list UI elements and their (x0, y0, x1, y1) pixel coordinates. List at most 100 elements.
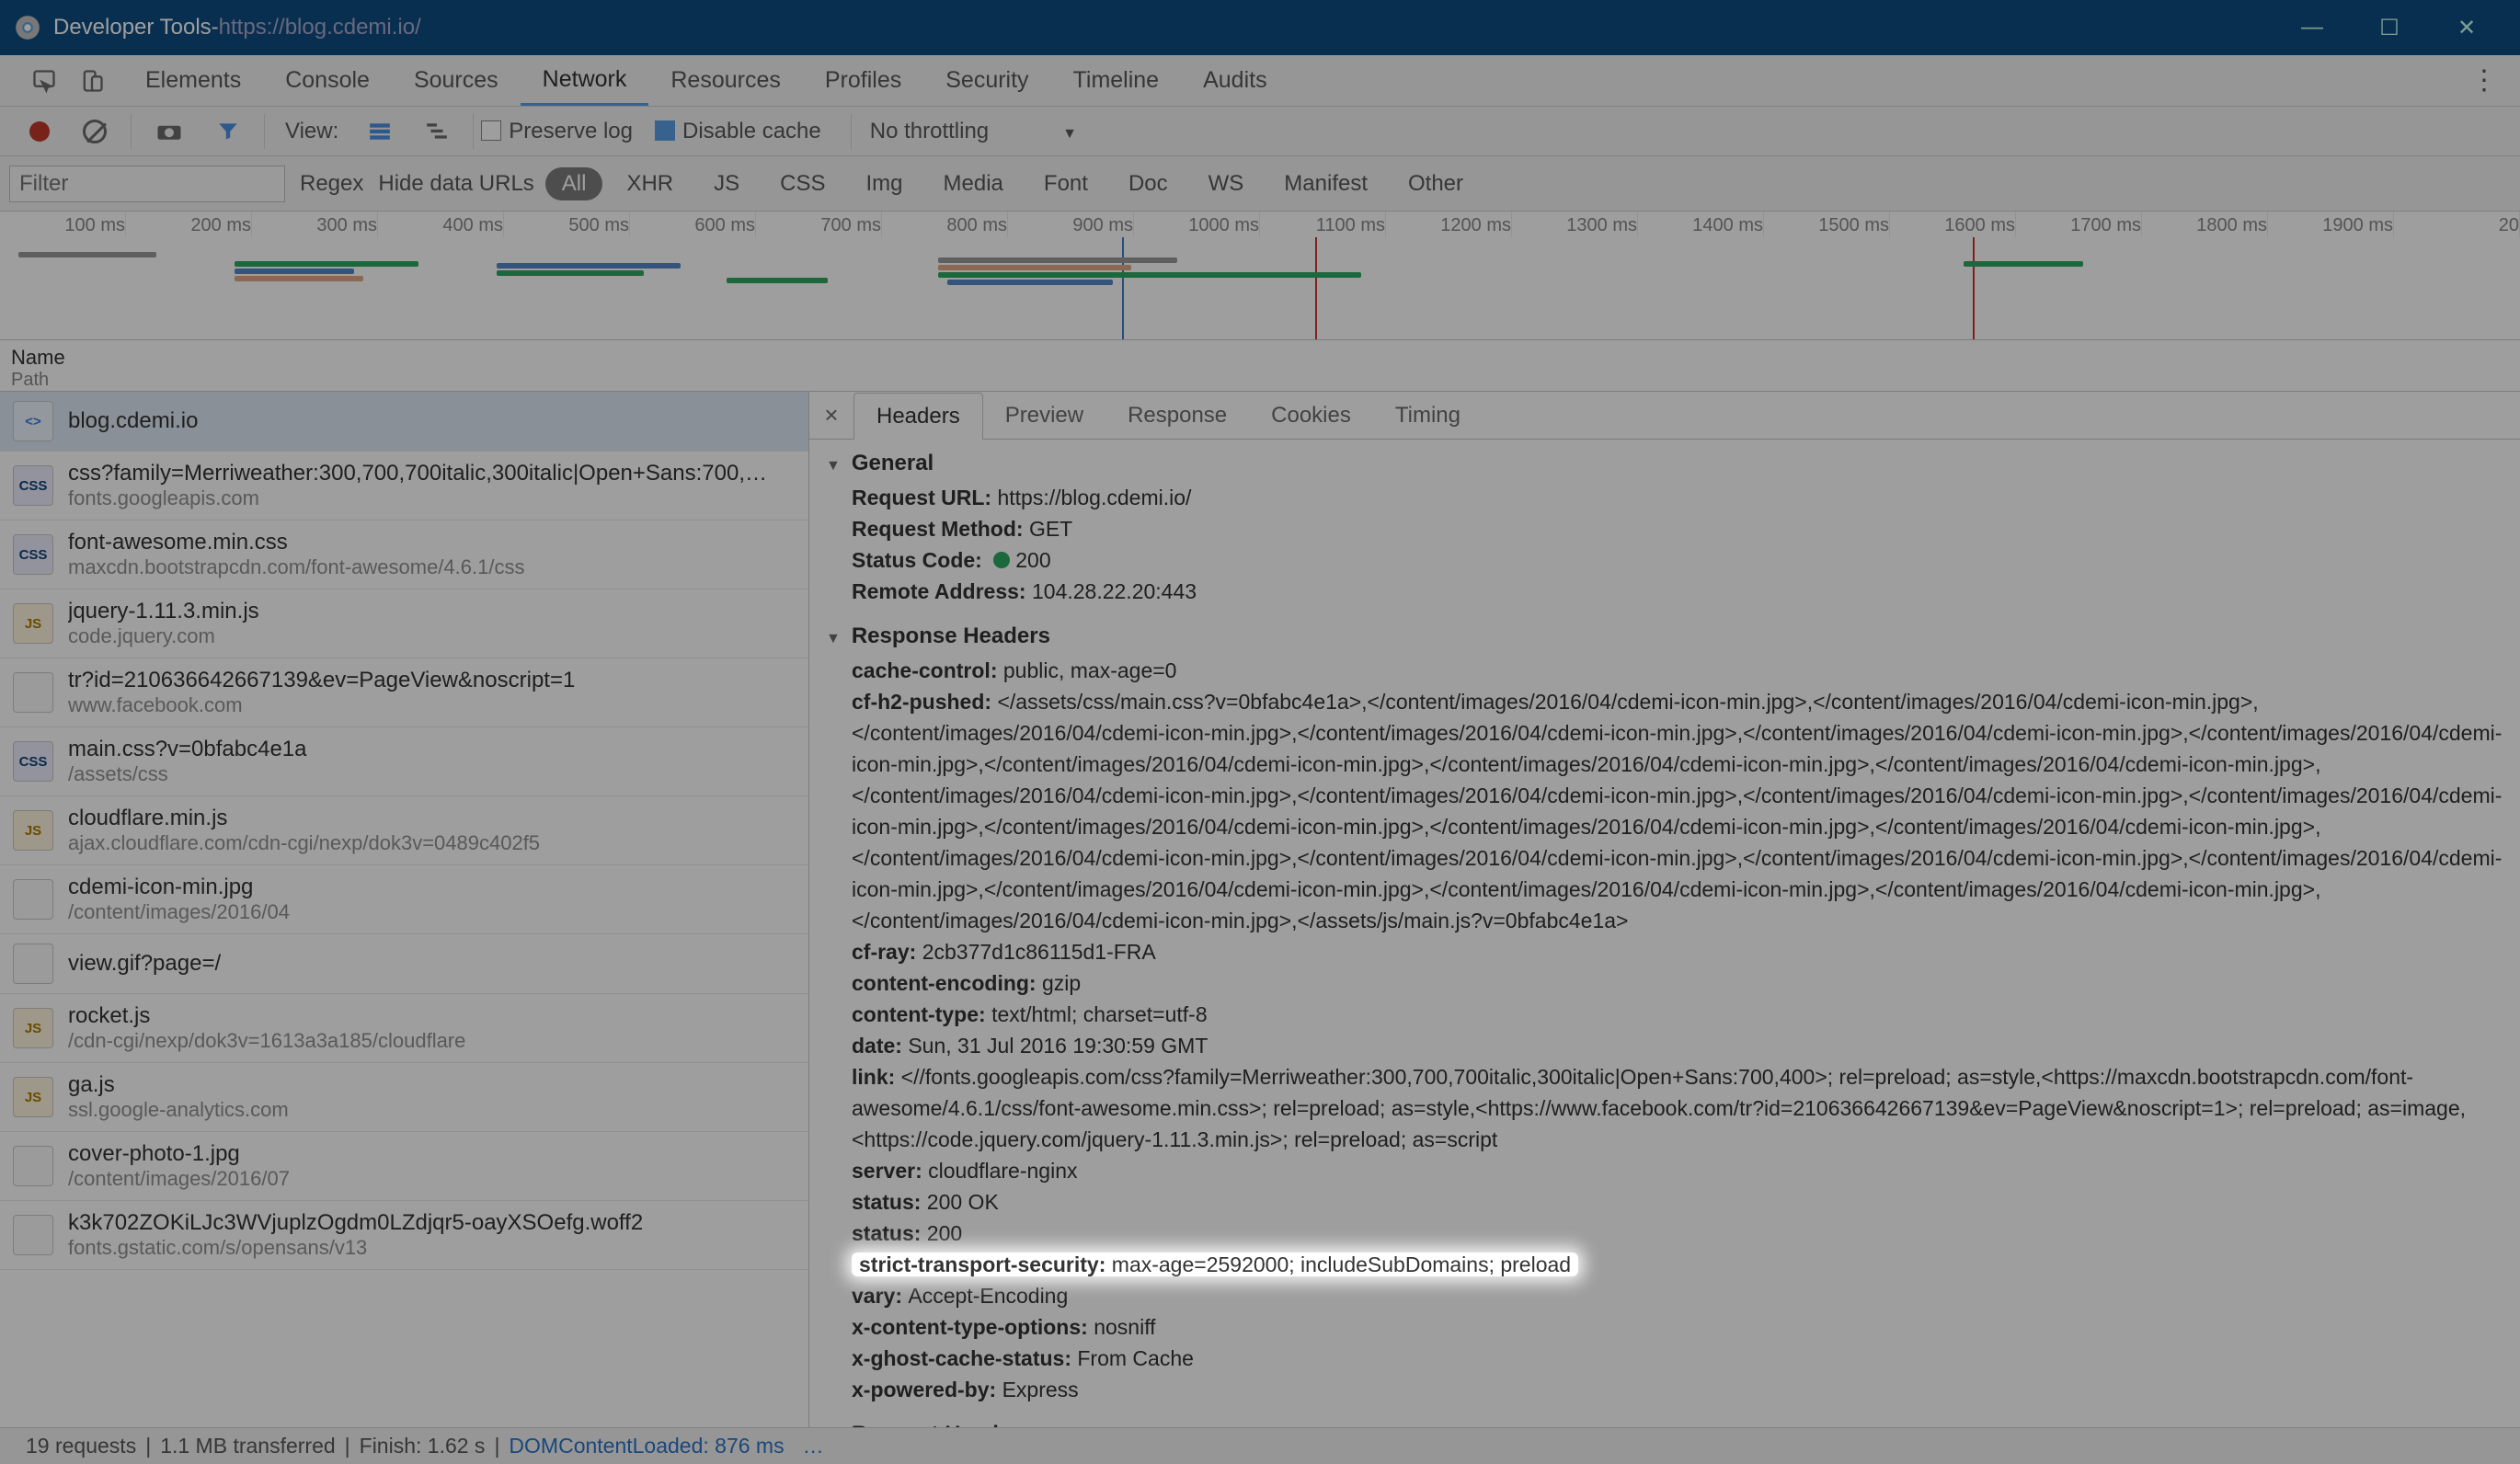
inspect-element-icon[interactable] (31, 68, 57, 94)
tab-console[interactable]: Console (263, 55, 392, 106)
header-key: Remote Address: (852, 579, 1032, 603)
filter-type-doc[interactable]: Doc (1112, 167, 1185, 200)
header-key: content-encoding: (852, 971, 1042, 995)
tab-profiles[interactable]: Profiles (803, 55, 923, 106)
filter-type-img[interactable]: Img (850, 167, 920, 200)
details-tab-cookies[interactable]: Cookies (1249, 392, 1373, 439)
filter-type-media[interactable]: Media (927, 167, 1020, 200)
request-list[interactable]: <>blog.cdemi.ioCSScss?family=Merriweathe… (0, 392, 809, 1427)
timeline-overview[interactable]: 100 ms200 ms300 ms400 ms500 ms600 ms700 … (0, 212, 2520, 340)
request-row[interactable]: k3k702ZOKiLJc3WVjuplzOgdm0LZdjqr5-oayXSO… (0, 1201, 808, 1270)
header-row: cf-h2-pushed: </assets/css/main.css?v=0b… (852, 686, 2520, 936)
disable-cache-checkbox[interactable]: Disable cache (655, 119, 821, 144)
request-path: www.facebook.com (68, 693, 575, 717)
request-name: css?family=Merriweather:300,700,700itali… (68, 461, 767, 486)
chrome-icon (15, 15, 40, 40)
minimize-button[interactable]: — (2274, 15, 2351, 40)
request-row[interactable]: <>blog.cdemi.io (0, 392, 808, 452)
header-value: public, max-age=0 (1003, 658, 1177, 682)
name-col-header[interactable]: Name (11, 346, 2509, 370)
request-row[interactable]: CSScss?family=Merriweather:300,700,700it… (0, 452, 808, 520)
request-row[interactable]: JSga.jsssl.google-analytics.com (0, 1063, 808, 1132)
hide-data-urls-checkbox[interactable]: Hide data URLs (378, 171, 533, 197)
tab-elements[interactable]: Elements (123, 55, 263, 106)
request-row[interactable]: CSSfont-awesome.min.cssmaxcdn.bootstrapc… (0, 520, 808, 589)
clear-icon[interactable] (83, 120, 107, 143)
header-value: 200 OK (927, 1190, 999, 1214)
timeline-tick: 1100 ms (1260, 212, 1386, 237)
request-path: /cdn-cgi/nexp/dok3v=1613a3a185/cloudflar… (68, 1029, 465, 1053)
header-key: cf-ray: (852, 940, 922, 964)
request-details: × HeadersPreviewResponseCookiesTiming Ge… (809, 392, 2520, 1427)
filter-type-ws[interactable]: WS (1192, 167, 1261, 200)
filter-type-css[interactable]: CSS (763, 167, 842, 200)
header-key: strict-transport-security: (859, 1252, 1112, 1276)
header-value: GET (1029, 517, 1072, 541)
general-section-header[interactable]: General (809, 445, 2520, 482)
request-row[interactable]: tr?id=210636642667139&ev=PageView&noscri… (0, 658, 808, 727)
header-row: cache-control: public, max-age=0 (852, 655, 2520, 686)
request-name: tr?id=210636642667139&ev=PageView&noscri… (68, 668, 575, 693)
filter-type-all[interactable]: All (545, 167, 603, 200)
header-key: cf-h2-pushed: (852, 690, 997, 714)
header-key: x-content-type-options: (852, 1315, 1094, 1339)
header-key: Status Code: (852, 548, 988, 572)
header-key: date: (852, 1034, 908, 1058)
request-name: cdemi-icon-min.jpg (68, 875, 290, 900)
request-name: k3k702ZOKiLJc3WVjuplzOgdm0LZdjqr5-oayXSO… (68, 1210, 643, 1236)
details-tab-response[interactable]: Response (1105, 392, 1249, 439)
request-row[interactable]: JSjquery-1.11.3.min.jscode.jquery.com (0, 589, 808, 658)
maximize-button[interactable]: ☐ (2351, 15, 2428, 41)
record-icon[interactable] (29, 121, 50, 142)
filter-type-other[interactable]: Other (1392, 167, 1480, 200)
details-tab-preview[interactable]: Preview (983, 392, 1105, 439)
request-row[interactable]: CSSmain.css?v=0bfabc4e1a/assets/css (0, 727, 808, 796)
devtools-tabs: ElementsConsoleSourcesNetworkResourcesPr… (0, 55, 2520, 107)
tab-sources[interactable]: Sources (392, 55, 521, 106)
header-key: x-powered-by: (852, 1378, 1002, 1401)
request-name: jquery-1.11.3.min.js (68, 599, 259, 624)
header-row: x-ghost-cache-status: From Cache (852, 1343, 2520, 1374)
details-tab-headers[interactable]: Headers (853, 393, 983, 440)
tab-security[interactable]: Security (923, 55, 1050, 106)
path-col-header: Path (11, 370, 2509, 391)
timeline-tick: 100 ms (0, 212, 126, 237)
filter-type-manifest[interactable]: Manifest (1267, 167, 1384, 200)
request-path: ajax.cloudflare.com/cdn-cgi/nexp/dok3v=0… (68, 831, 540, 855)
request-path: /content/images/2016/07 (68, 1167, 290, 1191)
window-titlebar: Developer Tools - https://blog.cdemi.io/… (0, 0, 2520, 55)
regex-checkbox[interactable]: Regex (300, 171, 363, 197)
more-icon[interactable]: ⋮ (2448, 55, 2520, 106)
filter-type-js[interactable]: JS (697, 167, 756, 200)
request-row[interactable]: view.gif?page=/ (0, 934, 808, 994)
header-value: Express (1002, 1378, 1079, 1401)
request-row[interactable]: cover-photo-1.jpg/content/images/2016/07 (0, 1132, 808, 1201)
request-row[interactable]: cdemi-icon-min.jpg/content/images/2016/0… (0, 865, 808, 934)
filter-input[interactable] (9, 166, 285, 202)
filter-icon[interactable] (216, 120, 240, 143)
close-button[interactable]: ✕ (2428, 15, 2505, 41)
device-toggle-icon[interactable] (79, 68, 105, 94)
throttling-select[interactable]: No throttling▼ (870, 119, 1077, 144)
request-headers-section-header[interactable]: Request Headers (809, 1416, 2520, 1427)
capture-screenshot-icon[interactable] (155, 120, 183, 143)
large-rows-icon[interactable] (368, 121, 392, 142)
filter-type-xhr[interactable]: XHR (610, 167, 690, 200)
header-value: max-age=2592000; includeSubDomains; prel… (1112, 1252, 1571, 1276)
details-tab-timing[interactable]: Timing (1373, 392, 1483, 439)
close-details-icon[interactable]: × (809, 392, 853, 439)
request-row[interactable]: JSrocket.js/cdn-cgi/nexp/dok3v=1613a3a18… (0, 994, 808, 1063)
response-headers-section-header[interactable]: Response Headers (809, 618, 2520, 655)
filter-type-font[interactable]: Font (1027, 167, 1105, 200)
header-row: strict-transport-security: max-age=25920… (852, 1249, 2520, 1280)
tab-timeline[interactable]: Timeline (1051, 55, 1182, 106)
tab-network[interactable]: Network (521, 55, 649, 106)
request-path: /assets/css (68, 762, 307, 786)
file-js-icon: JS (13, 1077, 53, 1117)
timeline-tick: 300 ms (252, 212, 378, 237)
tab-audits[interactable]: Audits (1181, 55, 1289, 106)
request-row[interactable]: JScloudflare.min.jsajax.cloudflare.com/c… (0, 796, 808, 865)
preserve-log-checkbox[interactable]: Preserve log (481, 119, 633, 144)
tab-resources[interactable]: Resources (648, 55, 803, 106)
waterfall-icon[interactable] (425, 121, 449, 142)
